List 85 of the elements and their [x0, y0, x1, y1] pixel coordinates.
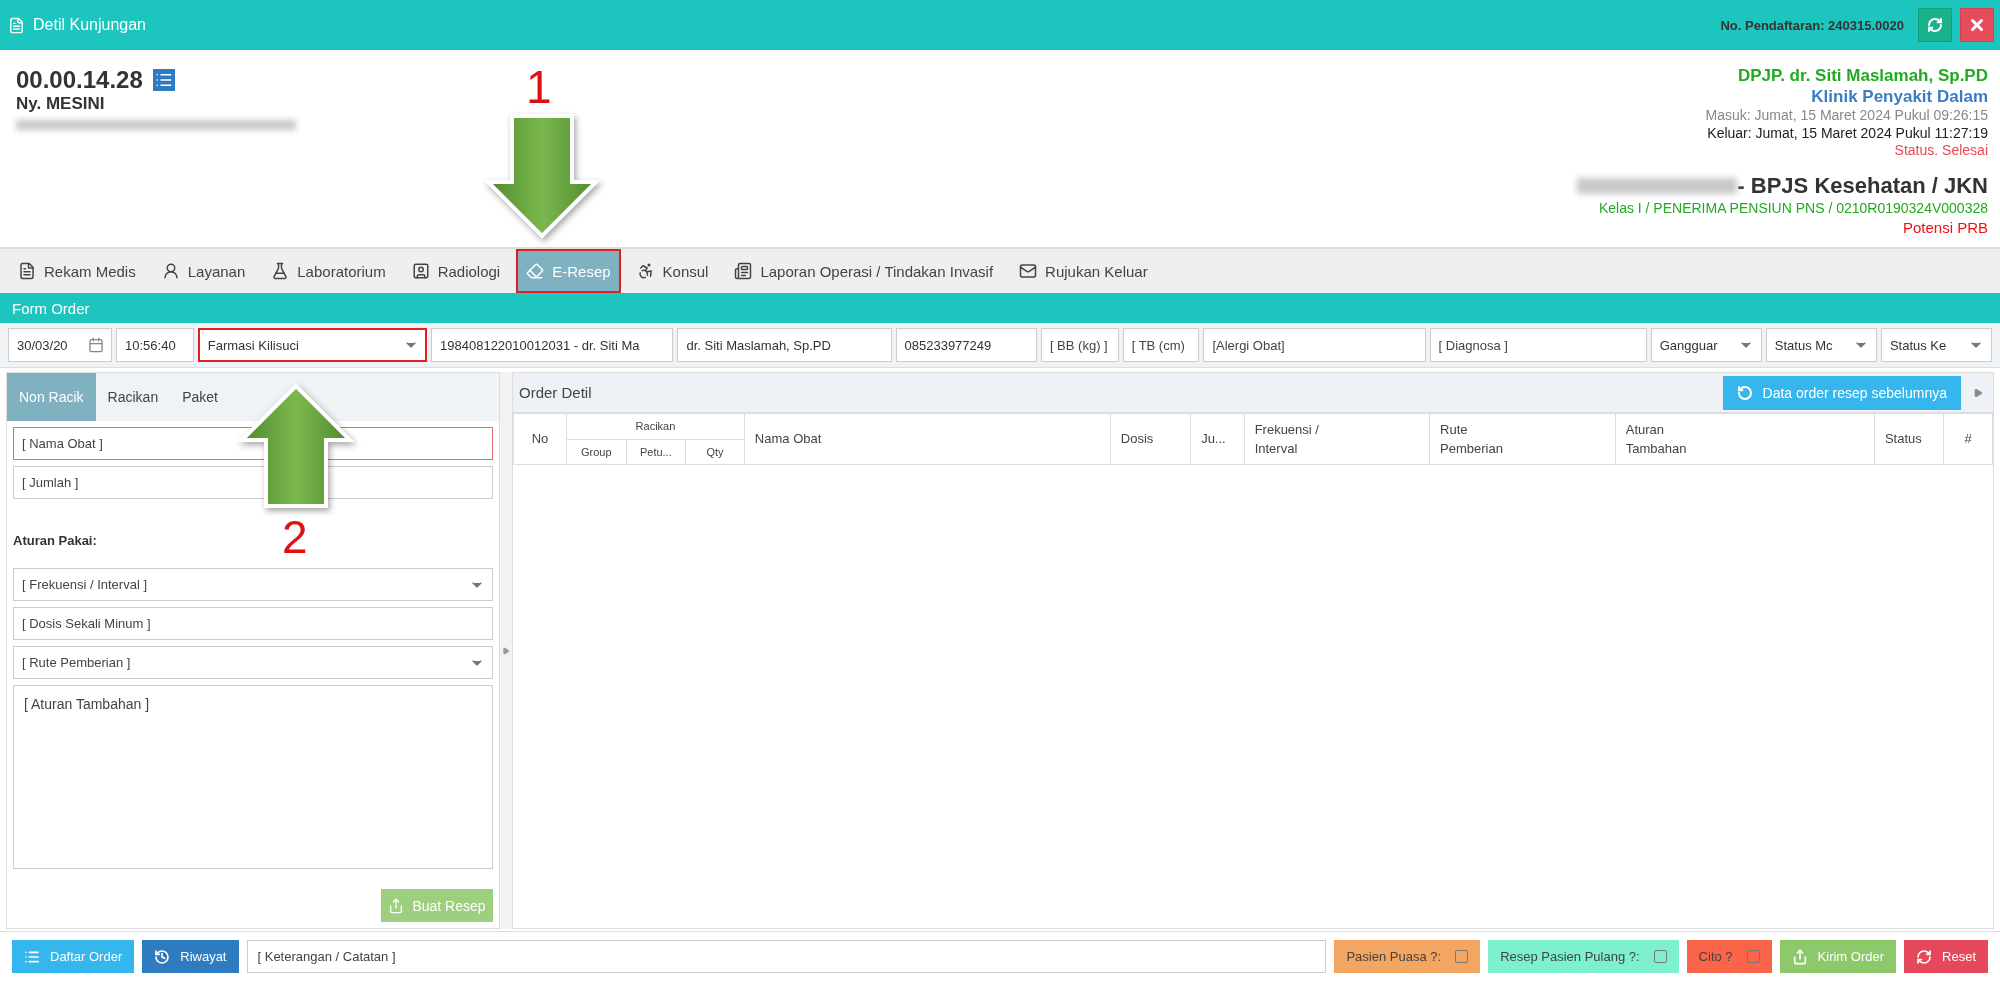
panel-title: Order Detil [519, 384, 593, 401]
textarea-field[interactable]: [ Aturan Tambahan ] [13, 685, 493, 869]
column-header: Dosis [1110, 413, 1191, 465]
column-header: # [1943, 413, 1993, 465]
nav-tab[interactable]: Konsul [626, 249, 719, 293]
column-header: Group [566, 439, 627, 465]
registration-number: No. Pendaftaran: 240315.0020 [1720, 17, 1904, 33]
exit-time: Keluar: Jumat, 15 Maret 2024 Pukul 11:27:19 [1707, 124, 1988, 142]
badge-icon [411, 262, 430, 280]
section-label: Aturan Pakai: [13, 533, 98, 548]
expand-icon[interactable] [1973, 387, 1983, 398]
date-field[interactable]: 30/03/20 [8, 328, 112, 362]
input-field[interactable]: [ Diagnosa ] [1429, 328, 1647, 362]
refresh-icon [1927, 17, 1943, 33]
person-icon [161, 262, 180, 280]
column-header: No [513, 413, 567, 465]
select-field[interactable]: Status Ke [1880, 328, 1992, 362]
input-field[interactable]: [Alergi Obat] [1203, 328, 1426, 362]
column-header: Aturan Tambahan [1615, 413, 1875, 465]
section-header: Form Order [0, 293, 2000, 323]
history-icon [154, 948, 171, 965]
checkbox[interactable] [1746, 950, 1760, 963]
refresh-button[interactable] [1918, 8, 1952, 42]
select-field[interactable]: [ Rute Pemberian ] [13, 646, 493, 679]
list-icon[interactable] [152, 69, 175, 91]
column-header: Nama Obat [744, 413, 1111, 465]
share-icon [388, 897, 405, 914]
nav-tab[interactable]: Laporan Operasi / Tindakan Invasif [724, 249, 1004, 293]
nav-tab[interactable]: Rekam Medis [8, 249, 146, 293]
notes-field[interactable]: [ Keterangan / Catatan ] [246, 940, 1327, 973]
document-icon [8, 16, 25, 34]
action-button[interactable]: Reset [1904, 940, 1988, 973]
column-header: Rute Pemberian [1429, 413, 1616, 465]
record-number: 00.00.14.28 [16, 66, 143, 94]
select-field[interactable]: Gangguar [1650, 328, 1762, 362]
nav-tab[interactable]: Layanan [151, 249, 256, 293]
wheelchair-icon [636, 262, 655, 280]
doctor-name: DPJP. dr. Siti Maslamah, Sp.PD [1737, 66, 1988, 87]
nav-tab[interactable]: Rujukan Keluar [1009, 249, 1158, 293]
eraser-icon [526, 262, 545, 280]
expand-icon[interactable] [502, 646, 510, 655]
input-field[interactable]: 198408122010012031 - dr. Siti Ma [431, 328, 674, 362]
input-field[interactable]: 10:56:40 [116, 328, 194, 362]
flask-icon [271, 262, 290, 280]
insurance-name: - BPJS Kesehatan / JKN [1737, 172, 1988, 200]
checkbox-option[interactable]: Resep Pasien Pulang ?: [1488, 940, 1679, 973]
select-field[interactable]: Farmasi Kilisuci [197, 328, 428, 362]
input-field[interactable]: [ BB (kg) ] [1040, 328, 1119, 362]
close-icon [1968, 16, 1986, 34]
checkbox[interactable] [1455, 950, 1469, 963]
history-icon [1736, 384, 1753, 401]
form-tab[interactable]: Paket [170, 373, 230, 421]
checkbox-option[interactable]: Pasien Puasa ?: [1334, 940, 1481, 973]
step-number: 2 [282, 510, 308, 564]
column-header: Racikan [566, 413, 745, 439]
insurance-class: Kelas I / PENERIMA PENSIUN PNS / 0210R0190324V000328 [1598, 199, 1988, 217]
select-field[interactable]: Status Mc [1765, 328, 1877, 362]
clinic-name: Klinik Penyakit Dalam [1811, 86, 1988, 108]
step-number: 1 [526, 60, 552, 114]
column-header: Frekuensi / Interval [1244, 413, 1430, 465]
input-field[interactable]: dr. Siti Maslamah, Sp.PD [677, 328, 892, 362]
refresh-icon [1916, 948, 1933, 965]
action-button[interactable]: Riwayat [142, 940, 239, 973]
calendar-icon [88, 337, 104, 353]
nav-tab[interactable]: Radiologi [401, 249, 511, 293]
entry-time: Masuk: Jumat, 15 Maret 2024 Pukul 09:26:15 [1705, 107, 1988, 125]
column-header: Petu... [626, 439, 686, 465]
window-title: Detil Kunjungan [33, 16, 147, 34]
input-field[interactable]: [ Dosis Sekali Minum ] [13, 607, 493, 640]
nav-tab[interactable]: Laboratorium [261, 249, 396, 293]
column-header: Status [1874, 413, 1944, 465]
input-field[interactable]: 085233977249 [895, 328, 1037, 362]
prb-note: Potensi PRB [1902, 218, 1988, 237]
input-field[interactable]: [ TB (cm) [1122, 328, 1200, 362]
form-tab[interactable]: Racikan [95, 373, 171, 421]
document-icon [18, 262, 36, 280]
visit-status: Status. Selesai [1894, 141, 1988, 159]
share-icon [1791, 948, 1808, 965]
close-button[interactable] [1960, 8, 1994, 42]
patient-name: Ny. MESINI [16, 94, 105, 114]
newspaper-icon [734, 262, 753, 280]
envelope-icon [1019, 262, 1038, 280]
checkbox[interactable] [1653, 950, 1667, 963]
select-field[interactable]: [ Frekuensi / Interval ] [13, 568, 493, 601]
column-header: Ju... [1190, 413, 1245, 465]
